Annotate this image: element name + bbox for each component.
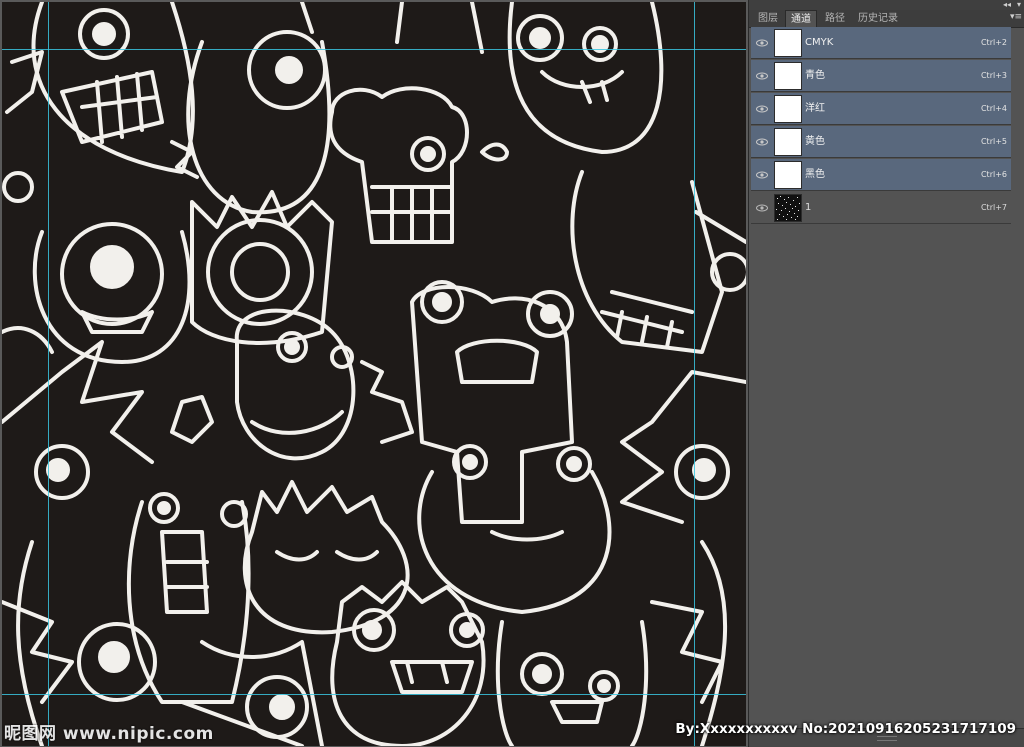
channel-shortcut: Ctrl+5: [980, 137, 1007, 146]
channel-shortcut: Ctrl+2: [980, 38, 1007, 47]
watermark-right: By:Xxxxxxxxxxv No:20210916205231717109: [675, 721, 1016, 737]
guide-vertical-left[interactable]: [48, 2, 49, 746]
channel-name: 黄色: [805, 136, 825, 147]
tab-history[interactable]: 历史记录: [853, 10, 903, 27]
channel-row-cyan[interactable]: 青色 Ctrl+3: [751, 60, 1011, 92]
eye-icon[interactable]: [755, 168, 769, 182]
channel-name: 1: [805, 202, 812, 213]
eye-icon[interactable]: [755, 36, 769, 50]
channel-thumbnail: [774, 128, 802, 156]
channel-name: 洋红: [805, 103, 825, 114]
channel-row-magenta[interactable]: 洋红 Ctrl+4: [751, 93, 1011, 125]
channel-thumbnail: [774, 29, 802, 57]
monster-doodle-pattern-image: [2, 2, 746, 746]
panel-tab-bar: 图层 通道 路径 历史记录 ▾≡: [749, 10, 1024, 28]
panel-menu-icon[interactable]: ▾≡: [1010, 12, 1022, 22]
channel-row-cmyk[interactable]: CMYK Ctrl+2: [751, 27, 1011, 59]
document-canvas[interactable]: [0, 0, 748, 747]
panel-header-bar: ◂◂ ▾: [749, 0, 1024, 10]
tab-paths[interactable]: 路径: [820, 10, 850, 27]
channel-row-yellow[interactable]: 黄色 Ctrl+5: [751, 126, 1011, 158]
channel-thumbnail: [774, 95, 802, 123]
channel-name: 青色: [805, 70, 825, 81]
watermark-left: 昵图网 www.nipic.com: [4, 724, 214, 744]
guide-horizontal-bottom[interactable]: [2, 694, 746, 695]
tab-layers[interactable]: 图层: [753, 10, 783, 27]
channel-name: CMYK: [805, 37, 834, 48]
double-chevron-left-icon[interactable]: ◂◂: [1003, 0, 1011, 10]
channel-row-alpha-1[interactable]: 1 Ctrl+7: [751, 192, 1011, 224]
eye-icon[interactable]: [755, 102, 769, 116]
channel-row-black[interactable]: 黑色 Ctrl+6: [751, 159, 1011, 191]
channels-panel: ◂◂ ▾ 图层 通道 路径 历史记录 ▾≡ CMYK Ctrl+2 青色 Ctr…: [748, 0, 1024, 747]
channel-shortcut: Ctrl+6: [980, 170, 1007, 179]
tab-channels[interactable]: 通道: [785, 10, 817, 28]
channel-thumbnail: [774, 62, 802, 90]
guide-horizontal-top[interactable]: [2, 49, 746, 50]
channel-shortcut: Ctrl+7: [980, 203, 1007, 212]
channel-thumbnail-noise: [774, 194, 802, 222]
channel-name: 黑色: [805, 169, 825, 180]
channel-shortcut: Ctrl+4: [980, 104, 1007, 113]
doodle-artwork: [2, 2, 746, 746]
eye-icon[interactable]: [755, 201, 769, 215]
channel-thumbnail: [774, 161, 802, 189]
guide-vertical-right[interactable]: [694, 2, 695, 746]
eye-icon[interactable]: [755, 69, 769, 83]
channel-shortcut: Ctrl+3: [980, 71, 1007, 80]
eye-icon[interactable]: [755, 135, 769, 149]
panel-options-icon[interactable]: ▾: [1017, 0, 1021, 10]
